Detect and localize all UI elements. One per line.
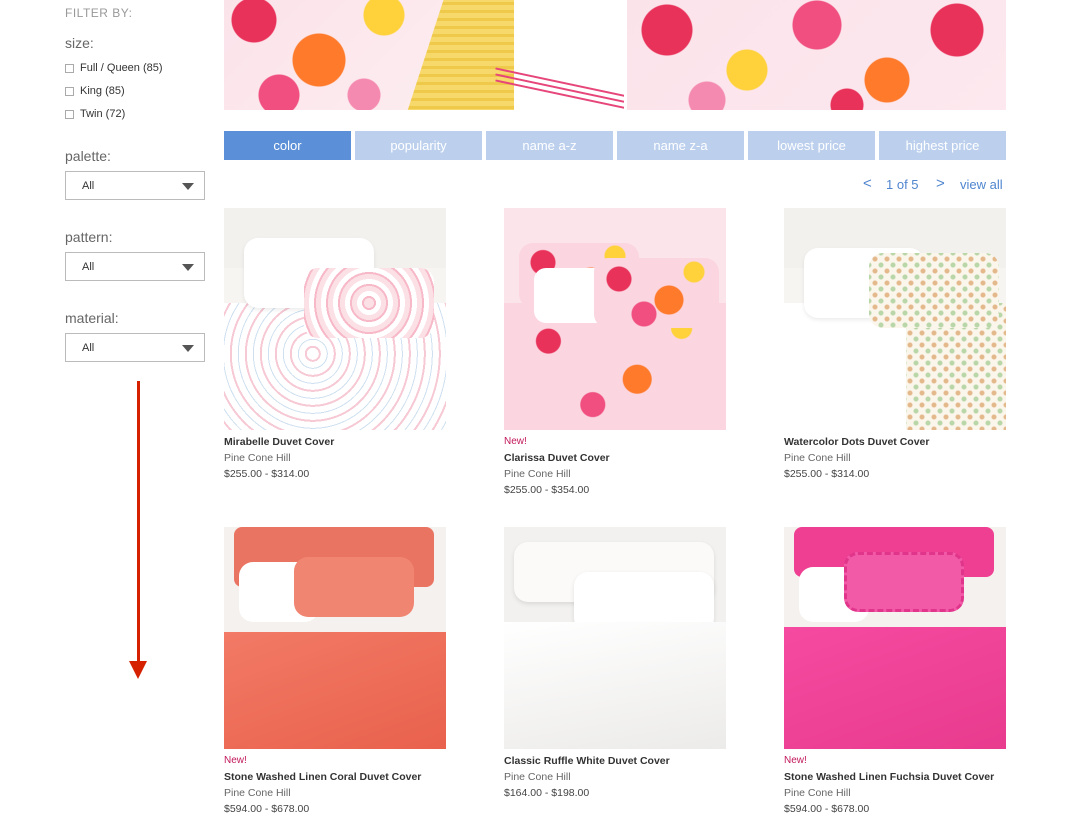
product-price: $255.00 - $314.00 — [224, 468, 310, 480]
pattern-select[interactable]: All — [65, 252, 205, 281]
size-option-twin[interactable]: Twin (72) — [65, 106, 125, 122]
sort-tab-name-z-a[interactable]: name z-a — [617, 131, 744, 160]
product-image[interactable] — [784, 208, 1006, 430]
size-filter-label: size: — [65, 35, 94, 51]
new-badge: New! — [224, 755, 247, 766]
banner-sheet — [514, 0, 624, 110]
product-image[interactable] — [224, 208, 446, 430]
product-image[interactable] — [504, 527, 726, 749]
size-option-label: Twin (72) — [80, 108, 126, 120]
product-card[interactable]: New! Stone Washed Linen Fuchsia Duvet Co… — [784, 527, 1006, 817]
arrow-down-icon — [129, 661, 147, 679]
pillow — [594, 258, 719, 328]
palette-select-value: All — [82, 179, 95, 192]
product-price: $594.00 - $678.00 — [224, 803, 310, 815]
product-info: Watercolor Dots Duvet Cover Pine Cone Hi… — [784, 434, 1006, 482]
material-select-value: All — [82, 341, 95, 354]
sort-tab-name-a-z[interactable]: name a-z — [486, 131, 613, 160]
pattern-select-value: All — [82, 260, 95, 273]
pillow — [294, 557, 414, 617]
palette-select[interactable]: All — [65, 171, 205, 200]
product-info: New! Stone Washed Linen Coral Duvet Cove… — [224, 753, 446, 817]
sort-tabs: color popularity name a-z name z-a lowes… — [224, 131, 1006, 160]
pager-next-button[interactable]: > — [936, 175, 945, 192]
product-price: $164.00 - $198.00 — [504, 787, 590, 799]
product-name[interactable]: Stone Washed Linen Fuchsia Duvet Cover — [784, 769, 1006, 785]
filter-by-heading: FILTER BY: — [65, 6, 133, 20]
product-info: Mirabelle Duvet Cover Pine Cone Hill $25… — [224, 434, 446, 482]
material-filter-label: material: — [65, 310, 119, 326]
checkbox-icon[interactable] — [65, 86, 74, 96]
product-brand: Pine Cone Hill — [224, 452, 291, 464]
product-image[interactable] — [504, 208, 726, 430]
product-name[interactable]: Classic Ruffle White Duvet Cover — [504, 753, 726, 769]
product-name[interactable]: Stone Washed Linen Coral Duvet Cover — [224, 769, 446, 785]
pattern-filter-label: pattern: — [65, 229, 113, 245]
product-brand: Pine Cone Hill — [504, 771, 571, 783]
new-badge: New! — [784, 755, 807, 766]
product-brand: Pine Cone Hill — [504, 468, 571, 480]
product-name[interactable]: Mirabelle Duvet Cover — [224, 434, 446, 450]
material-select[interactable]: All — [65, 333, 205, 362]
product-brand: Pine Cone Hill — [224, 787, 291, 799]
bed-duvet — [224, 632, 446, 749]
checkbox-icon[interactable] — [65, 63, 74, 73]
scroll-down-arrow-line — [137, 381, 140, 663]
product-price: $255.00 - $314.00 — [784, 468, 870, 480]
product-card[interactable]: New! Stone Washed Linen Coral Duvet Cove… — [224, 527, 446, 817]
pillow — [869, 253, 999, 328]
product-info: New! Clarissa Duvet Cover Pine Cone Hill… — [504, 434, 726, 498]
sort-tab-color[interactable]: color — [224, 131, 351, 160]
banner-image-right — [627, 0, 1006, 110]
checkbox-icon[interactable] — [65, 109, 74, 119]
pillow — [844, 552, 964, 612]
caret-down-icon — [182, 345, 194, 352]
product-name[interactable]: Clarissa Duvet Cover — [504, 450, 726, 466]
product-image[interactable] — [784, 527, 1006, 749]
size-option-label: King (85) — [80, 85, 125, 97]
product-image[interactable] — [224, 527, 446, 749]
bed-duvet — [504, 622, 726, 749]
size-option-label: Full / Queen (85) — [80, 62, 163, 74]
palette-filter-label: palette: — [65, 148, 111, 164]
product-price: $594.00 - $678.00 — [784, 803, 870, 815]
banner-image-left — [224, 0, 624, 110]
caret-down-icon — [182, 183, 194, 190]
size-option-king[interactable]: King (85) — [65, 83, 125, 99]
filter-sidebar: FILTER BY: size: Full / Queen (85) King … — [0, 0, 215, 827]
product-card[interactable]: Classic Ruffle White Duvet Cover Pine Co… — [504, 527, 726, 801]
sort-tab-lowest-price[interactable]: lowest price — [748, 131, 875, 160]
new-badge: New! — [504, 436, 527, 447]
product-name[interactable]: Watercolor Dots Duvet Cover — [784, 434, 1006, 450]
caret-down-icon — [182, 264, 194, 271]
view-all-link[interactable]: view all — [960, 177, 1003, 192]
sort-tab-highest-price[interactable]: highest price — [879, 131, 1006, 160]
pager-page-indicator: 1 of 5 — [886, 177, 919, 192]
product-card[interactable]: Watercolor Dots Duvet Cover Pine Cone Hi… — [784, 208, 1006, 482]
size-option-full-queen[interactable]: Full / Queen (85) — [65, 60, 163, 76]
product-card[interactable]: New! Clarissa Duvet Cover Pine Cone Hill… — [504, 208, 726, 498]
product-card[interactable]: Mirabelle Duvet Cover Pine Cone Hill $25… — [224, 208, 446, 482]
sort-tab-popularity[interactable]: popularity — [355, 131, 482, 160]
product-info: Classic Ruffle White Duvet Cover Pine Co… — [504, 753, 726, 801]
bed-duvet — [784, 627, 1006, 749]
product-brand: Pine Cone Hill — [784, 787, 851, 799]
product-price: $255.00 - $354.00 — [504, 484, 590, 496]
pager-prev-button[interactable]: < — [863, 175, 872, 192]
product-info: New! Stone Washed Linen Fuchsia Duvet Co… — [784, 753, 1006, 817]
product-brand: Pine Cone Hill — [784, 452, 851, 464]
pillow — [304, 268, 434, 338]
